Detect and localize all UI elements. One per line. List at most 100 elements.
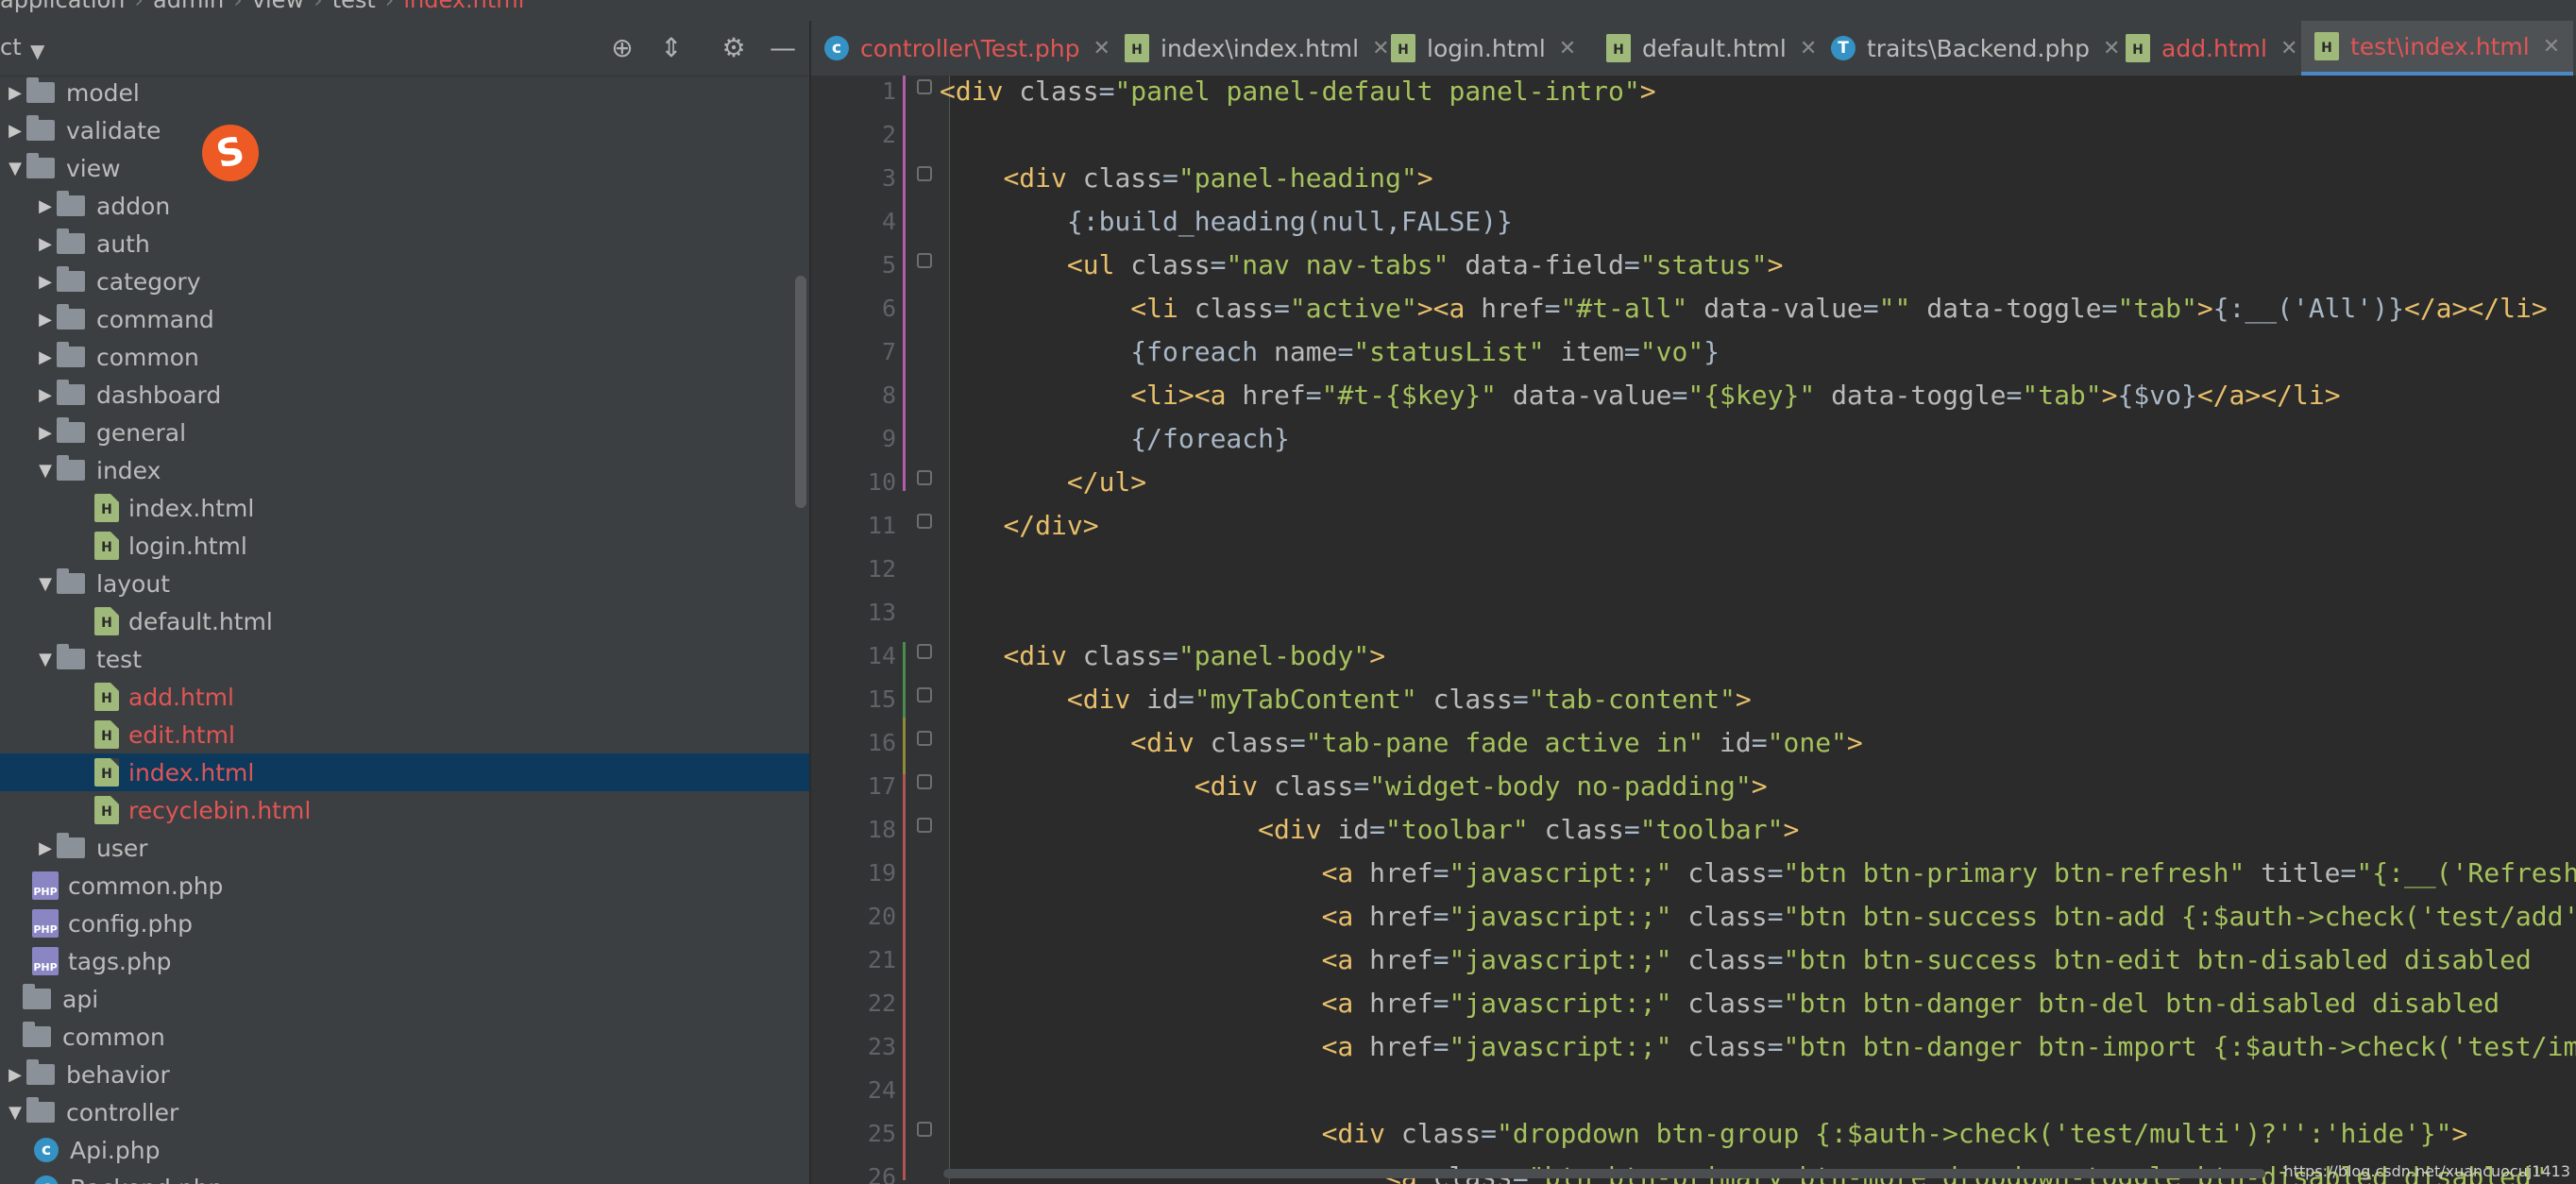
close-icon[interactable]: ✕: [2280, 37, 2297, 60]
code-line[interactable]: {/foreach}: [940, 417, 1290, 461]
tree-item[interactable]: ▶ category: [0, 262, 809, 300]
breadcrumb-item[interactable]: admin: [153, 0, 224, 13]
tree-item[interactable]: ▼ layout: [0, 565, 809, 602]
chevron-down-icon[interactable]: ▼: [4, 159, 26, 178]
chevron-right-icon[interactable]: ▶: [34, 347, 57, 367]
fold-marker-icon[interactable]: [917, 1122, 932, 1137]
fold-marker-icon[interactable]: [917, 470, 932, 485]
tree-item[interactable]: ▶ common: [0, 338, 809, 376]
tree-item[interactable]: api: [0, 980, 809, 1018]
code-line[interactable]: </ul>: [940, 461, 1146, 504]
breadcrumb-item[interactable]: test: [332, 0, 376, 13]
fold-marker-icon[interactable]: [917, 79, 932, 94]
tree-item[interactable]: Hindex.html: [0, 489, 809, 527]
close-icon[interactable]: ✕: [2543, 35, 2560, 59]
tree-item[interactable]: c Api.php: [0, 1131, 809, 1169]
code-line[interactable]: <a href="javascript:;" class="btn btn-su…: [940, 939, 2532, 982]
fold-marker-icon[interactable]: [917, 253, 932, 268]
fold-marker-icon[interactable]: [917, 774, 932, 789]
tree-item[interactable]: Hlogin.html: [0, 527, 809, 565]
code-line[interactable]: <a href="javascript:;" class="btn btn-su…: [940, 895, 2576, 939]
code-line[interactable]: {foreach name="statusList" item="vo"}: [940, 330, 1720, 374]
chevron-right-icon[interactable]: ▶: [34, 272, 57, 292]
tab-controller-test-php[interactable]: c controller\Test.php ✕: [824, 21, 1110, 76]
tree-item[interactable]: PHP common.php: [0, 867, 809, 905]
tab-default-html[interactable]: H default.html ✕: [1606, 21, 1817, 76]
breadcrumb-item[interactable]: index.html: [403, 0, 524, 13]
code-line[interactable]: <div class="panel panel-default panel-in…: [940, 76, 1656, 113]
chevron-right-icon[interactable]: ▶: [34, 423, 57, 443]
chevron-down-icon[interactable]: ▼: [4, 1103, 26, 1123]
close-icon[interactable]: ✕: [1800, 37, 1817, 60]
close-icon[interactable]: ✕: [2103, 37, 2120, 60]
tree-item[interactable]: ▶ behavior: [0, 1056, 809, 1093]
tree-item[interactable]: ▼ controller: [0, 1093, 809, 1131]
fold-marker-icon[interactable]: [917, 644, 932, 659]
tree-item[interactable]: Hadd.html: [0, 678, 809, 716]
code-line[interactable]: </div>: [940, 504, 1098, 548]
code-line[interactable]: <a href="javascript:;" class="btn btn-da…: [940, 982, 2500, 1025]
tree-item[interactable]: ▶ validate: [0, 111, 809, 149]
chevron-right-icon[interactable]: ▶: [34, 838, 57, 858]
code-line[interactable]: <div class="dropdown btn-group {:$auth->…: [940, 1112, 2468, 1156]
tree-item[interactable]: Hrecyclebin.html: [0, 791, 809, 829]
chevron-right-icon[interactable]: ▶: [34, 310, 57, 330]
close-icon[interactable]: ✕: [1372, 37, 1389, 60]
chevron-right-icon[interactable]: ▶: [34, 234, 57, 254]
code-line[interactable]: <div class="widget-body no-padding">: [940, 765, 1768, 808]
breadcrumb-item[interactable]: view: [252, 0, 304, 13]
fold-marker-icon[interactable]: [917, 514, 932, 529]
sidebar-scrollbar[interactable]: [795, 276, 806, 508]
fold-marker-icon[interactable]: [917, 687, 932, 702]
collapse-all-icon[interactable]: ⇕: [653, 30, 689, 66]
tab-test-index-html[interactable]: H test\index.html ✕: [2301, 21, 2574, 76]
tree-item[interactable]: ▶ dashboard: [0, 376, 809, 414]
gear-icon[interactable]: ⚙: [716, 30, 752, 66]
code-line[interactable]: <ul class="nav nav-tabs" data-field="sta…: [940, 244, 1784, 287]
tree-item[interactable]: ▶ model: [0, 74, 809, 111]
code-line[interactable]: <div class="panel-body">: [940, 634, 1385, 678]
tab-traits-backend-php[interactable]: T traits\Backend.php ✕: [1831, 21, 2120, 76]
code-editor[interactable]: 1 2 3 4 5 6 7 8 9 10 11 12 13 14 15 16 17 18 19 20 21 22 23 24 2…: [811, 76, 2576, 1184]
close-icon[interactable]: ✕: [1559, 37, 1576, 60]
chevron-down-icon[interactable]: ▼: [34, 574, 57, 594]
fold-marker-icon[interactable]: [917, 166, 932, 181]
horizontal-scrollbar[interactable]: [943, 1169, 2265, 1178]
tree-item[interactable]: PHP config.php: [0, 905, 809, 942]
tree-item[interactable]: ▶ user: [0, 829, 809, 867]
tree-item[interactable]: ▶ addon: [0, 187, 809, 225]
chevron-right-icon[interactable]: ▶: [34, 196, 57, 216]
project-panel-title[interactable]: ct: [0, 34, 22, 60]
code-line[interactable]: <div class="panel-heading">: [940, 157, 1432, 200]
code-line[interactable]: <div id="myTabContent" class="tab-conten…: [940, 678, 1752, 721]
tab-login-html[interactable]: H login.html ✕: [1391, 21, 1576, 76]
code-line[interactable]: <a href="javascript:;" class="btn btn-da…: [940, 1025, 2576, 1069]
chevron-right-icon[interactable]: ▶: [34, 385, 57, 405]
tab-index-index-html[interactable]: H index\index.html ✕: [1125, 21, 1390, 76]
chevron-down-icon[interactable]: ▼: [34, 650, 57, 669]
tree-item[interactable]: ▼ test: [0, 640, 809, 678]
tree-item[interactable]: Hdefault.html: [0, 602, 809, 640]
chevron-right-icon[interactable]: ▶: [4, 121, 26, 141]
breadcrumb-item[interactable]: application: [0, 0, 125, 13]
hide-icon[interactable]: —: [765, 30, 801, 66]
code-line[interactable]: <li><a href="#t-{$key}" data-value="{$ke…: [940, 374, 2340, 417]
locate-icon[interactable]: ⊕: [604, 30, 640, 66]
tree-item[interactable]: ▶ general: [0, 414, 809, 451]
fold-marker-icon[interactable]: [917, 731, 932, 746]
tree-item[interactable]: Hedit.html: [0, 716, 809, 753]
code-line[interactable]: {:build_heading(null,FALSE)}: [940, 200, 1513, 244]
code-line[interactable]: <a href="javascript:;" class="btn btn-pr…: [940, 852, 2576, 895]
fold-marker-icon[interactable]: [917, 818, 932, 833]
code-line[interactable]: <div class="tab-pane fade active in" id=…: [940, 721, 1862, 765]
tree-item[interactable]: ▼ index: [0, 451, 809, 489]
tree-item[interactable]: c Backend.php: [0, 1169, 809, 1184]
chevron-down-icon[interactable]: ▼: [34, 461, 57, 481]
code-line[interactable]: <li class="active"><a href="#t-all" data…: [940, 287, 2547, 330]
tree-item[interactable]: Hindex.html: [0, 753, 809, 791]
tree-item[interactable]: ▶ auth: [0, 225, 809, 262]
tab-add-html[interactable]: H add.html ✕: [2126, 21, 2297, 76]
chevron-right-icon[interactable]: ▶: [4, 83, 26, 103]
tree-item[interactable]: common: [0, 1018, 809, 1056]
chevron-right-icon[interactable]: ▶: [4, 1065, 26, 1085]
